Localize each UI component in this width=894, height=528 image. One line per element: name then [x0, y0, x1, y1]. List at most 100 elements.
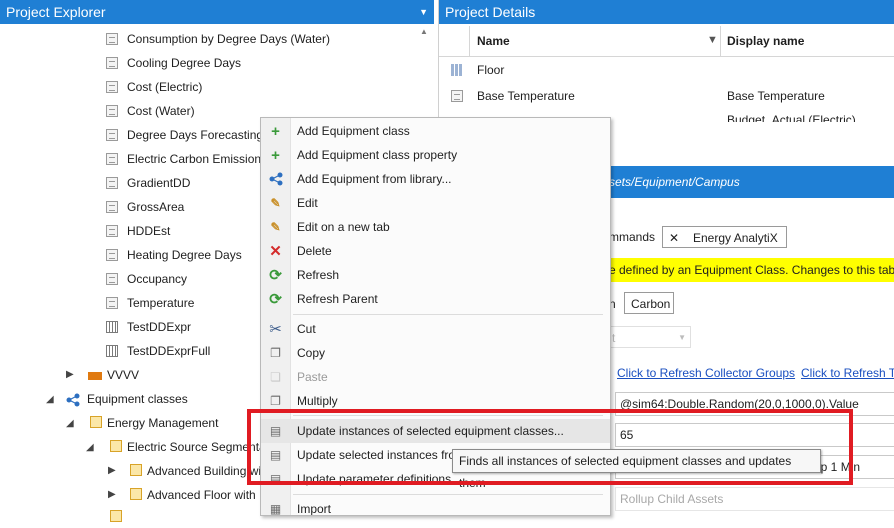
tree-item[interactable]: ▶ Advanced Floor with I: [106, 484, 266, 506]
plus-icon: +: [271, 147, 280, 164]
menu-item-label: Refresh Parent: [297, 292, 378, 306]
tree-item-label: Equipment classes: [87, 392, 188, 406]
menu-item-add-equipment-class[interactable]: + Add Equipment class: [261, 119, 610, 143]
tree-item[interactable]: ▶ Advanced Building wi: [106, 460, 266, 482]
menu-item-add-equipment-from-library[interactable]: Add Equipment from library...: [261, 167, 610, 191]
document-icon: [106, 177, 118, 189]
document-icon: [106, 249, 118, 261]
tree-item[interactable]: ◢ Energy Management: [66, 412, 266, 434]
tab-label: mmands: [609, 230, 656, 244]
panel-title: Project Details: [445, 4, 536, 20]
menu-item-add-equipment-class-property[interactable]: + Add Equipment class property: [261, 143, 610, 167]
document-icon: [106, 57, 118, 69]
tab-commands[interactable]: mmands: [609, 226, 656, 248]
tree-item-label: HDDEst: [127, 224, 171, 238]
menu-item-edit-new-tab[interactable]: ✎ Edit on a new tab: [261, 215, 610, 239]
tree-item-label: Advanced Floor with I: [147, 488, 263, 502]
chevron-down-icon[interactable]: ▼: [419, 0, 428, 24]
factory-icon: [88, 369, 102, 380]
project-explorer-header: Project Explorer ▼: [0, 0, 434, 24]
tree-item-label: TestDDExprFull: [127, 344, 211, 358]
table-row[interactable]: Base Temperature Base Temperature: [439, 84, 894, 108]
row-name: Floor: [477, 63, 505, 77]
collapse-arrow-icon[interactable]: ◢: [66, 413, 74, 435]
dropdown-value: t: [612, 331, 616, 345]
tree-item-label: Electric Carbon Emissions: [127, 152, 268, 166]
menu-item-cut[interactable]: ✂ Cut: [261, 317, 610, 341]
building-icon: [451, 64, 463, 76]
grid-icon: [106, 345, 118, 357]
plus-icon: +: [271, 123, 280, 140]
chevron-down-icon: ▼: [678, 333, 686, 342]
folder-icon: [130, 488, 142, 500]
rollup-child-assets-field[interactable]: Rollup Child Assets: [615, 487, 894, 511]
tree-item-partial[interactable]: [106, 506, 146, 528]
menu-item-label: Paste: [297, 370, 328, 384]
column-header-display-name[interactable]: Display name: [727, 26, 804, 56]
menu-separator: [293, 494, 603, 495]
field-value: Rollup Child Assets: [620, 492, 724, 506]
tree-item-label: Cooling Degree Days: [127, 56, 242, 70]
tree-item-label: GrossArea: [127, 200, 185, 214]
menu-item-delete[interactable]: ✕ Delete: [261, 239, 610, 263]
equipment-path: sets/Equipment/Campus: [609, 175, 740, 189]
refresh-icon: ⟳: [269, 267, 282, 284]
document-icon: [106, 105, 118, 117]
refresh-link[interactable]: Click to Refresh Tr: [801, 366, 894, 380]
menu-item-refresh[interactable]: ⟳ Refresh: [261, 263, 610, 287]
folder-icon: [90, 416, 102, 428]
expand-arrow-icon[interactable]: ▶: [108, 460, 116, 482]
scissors-icon: ✂: [269, 321, 282, 338]
expand-arrow-icon[interactable]: ▶: [66, 364, 74, 386]
grid-header: Name ▼ Display name: [439, 26, 894, 57]
tree-item-label: Consumption by Degree Days (Water): [127, 32, 330, 46]
collapse-arrow-icon[interactable]: ◢: [86, 437, 94, 459]
menu-item-label: Refresh: [297, 268, 340, 282]
tree-item[interactable]: ◢ Equipment classes: [46, 388, 266, 410]
subtab-carbon[interactable]: Carbon: [624, 292, 674, 314]
menu-item-paste[interactable]: ❏ Paste: [261, 365, 610, 389]
filter-icon[interactable]: ▼: [707, 34, 718, 46]
document-icon: [106, 273, 118, 285]
folder-icon: [130, 464, 142, 476]
refresh-icon: ⟳: [269, 291, 282, 308]
column-header-name[interactable]: Name: [477, 26, 510, 56]
tree-item-label: Degree Days Forecasting: [127, 128, 264, 142]
scroll-up-icon[interactable]: ▲: [420, 27, 428, 36]
refresh-collector-groups-link[interactable]: Click to Refresh Collector Groups: [617, 366, 795, 380]
share-icon: [268, 172, 283, 187]
document-icon: [106, 225, 118, 237]
menu-item-copy[interactable]: ❐ Copy: [261, 341, 610, 365]
menu-item-label: Add Equipment class: [297, 124, 410, 138]
tree-item-label: Temperature: [127, 296, 195, 310]
menu-item-label: Import: [297, 502, 332, 516]
collapse-arrow-icon[interactable]: ◢: [46, 389, 54, 411]
share-icon: [66, 392, 80, 407]
tree-item-label: TestDDExpr: [127, 320, 192, 334]
delete-icon: ✕: [269, 243, 282, 260]
panel-title: Project Explorer: [6, 4, 106, 20]
dropdown[interactable]: t ▼: [609, 326, 691, 348]
menu-item-edit[interactable]: ✎ Edit: [261, 191, 610, 215]
menu-item-import[interactable]: ▦ Import: [261, 497, 610, 516]
menu-item-label: Delete: [297, 244, 332, 258]
tree-item-label: Electric Source Segmenta: [127, 440, 266, 454]
document-icon: [106, 33, 118, 45]
table-row[interactable]: Floor: [439, 58, 894, 82]
tree-item[interactable]: ◢ Electric Source Segmenta: [86, 436, 266, 458]
tab-energy-analytix[interactable]: ✕ Energy AnalytiX: [662, 226, 787, 248]
tab-label: Energy AnalytiX: [693, 231, 778, 245]
close-icon[interactable]: ✕: [669, 227, 679, 249]
menu-item-label: Edit: [297, 196, 318, 210]
document-icon: [106, 129, 118, 141]
tree-item[interactable]: ▶ VVVV: [66, 364, 266, 386]
menu-item-refresh-parent[interactable]: ⟳ Refresh Parent: [261, 287, 610, 311]
menu-item-label: Copy: [297, 346, 326, 360]
document-icon: [106, 201, 118, 213]
warning-text: e defined by an Equipment Class. Changes…: [609, 263, 894, 277]
menu-item-label: Add Equipment class property: [297, 148, 458, 162]
tree-item-label: GradientDD: [127, 176, 191, 190]
paste-icon: ❏: [270, 370, 281, 384]
document-icon: [451, 90, 463, 102]
expand-arrow-icon[interactable]: ▶: [108, 484, 116, 506]
